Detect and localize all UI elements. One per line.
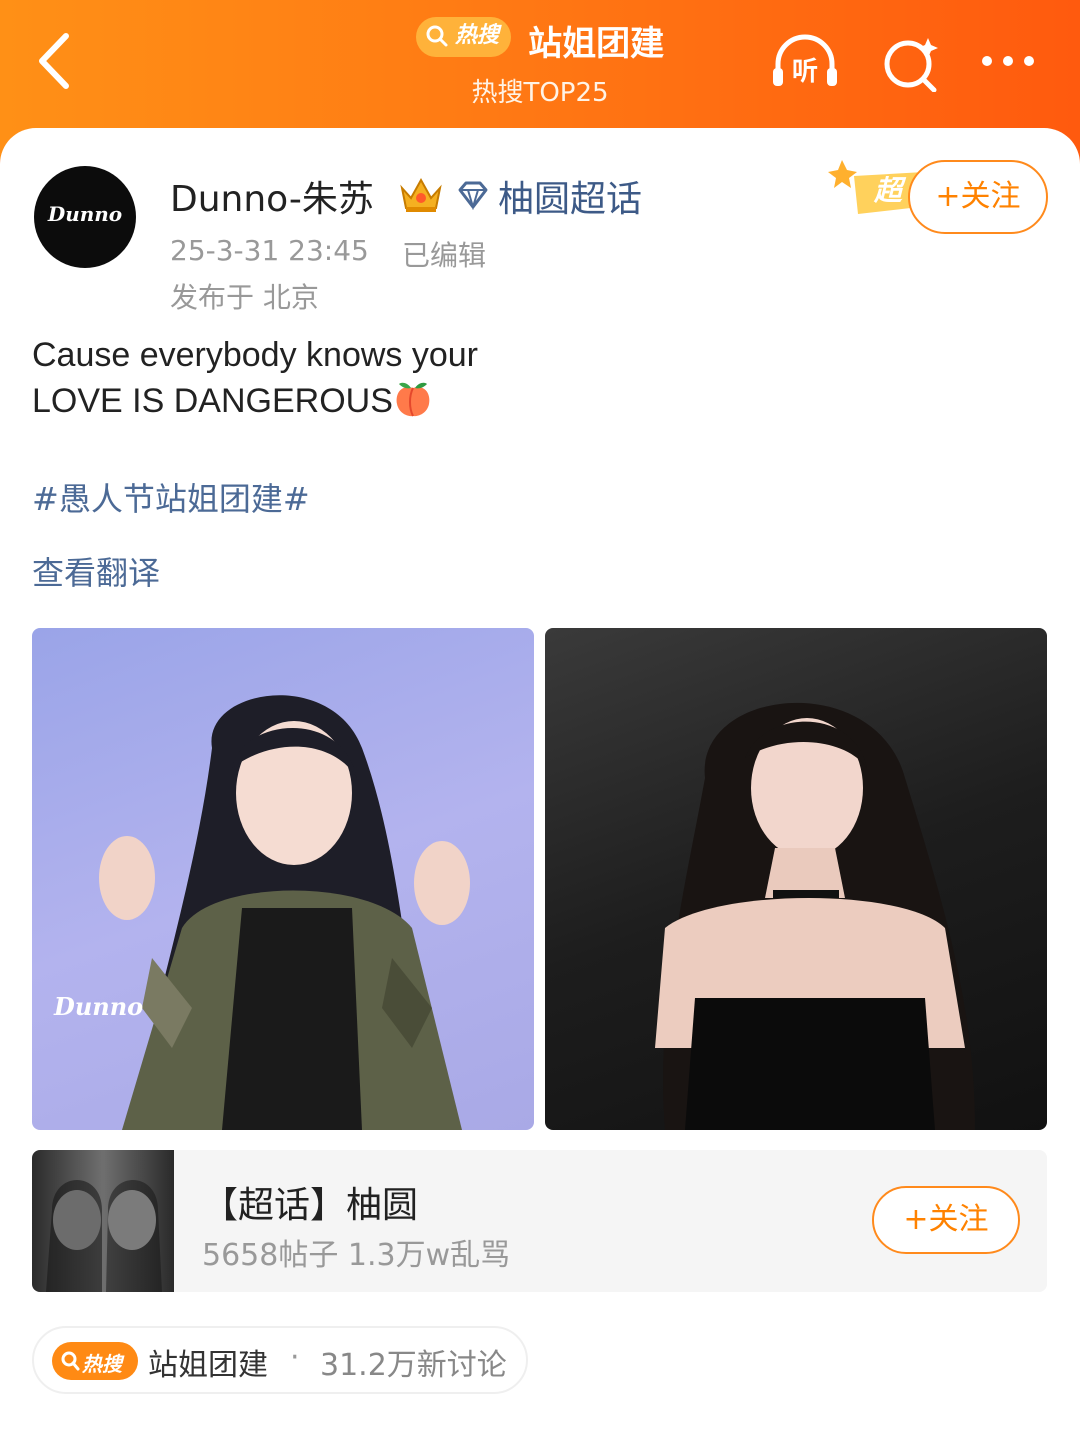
post-photo-1[interactable]: Dunno bbox=[32, 628, 534, 1130]
crown-icon bbox=[400, 177, 442, 212]
hot-tag-stat: 31.2万新讨论 bbox=[320, 1348, 507, 1383]
follow-button[interactable]: +关注 bbox=[908, 160, 1048, 234]
post-location: 发布于 北京 bbox=[170, 281, 319, 314]
hot-badge-label: 热搜 bbox=[454, 22, 499, 48]
hot-search-badge: 热搜 bbox=[415, 16, 511, 57]
search-icon bbox=[426, 25, 448, 46]
super-topic-stats: 5658帖子 1.3万w乱骂 bbox=[202, 1238, 511, 1273]
more-icon[interactable] bbox=[975, 34, 1045, 92]
post-body: Cause everybody knows your LOVE IS DANGE… bbox=[32, 332, 478, 424]
avatar[interactable]: Dunno bbox=[34, 166, 136, 268]
avatar-logo-text: Dunno bbox=[47, 202, 123, 226]
hashtag-link[interactable]: #愚人节站姐团建# bbox=[32, 474, 310, 520]
diamond-icon bbox=[458, 181, 488, 210]
post-photo-2[interactable] bbox=[545, 628, 1047, 1130]
super-topic-follow-button[interactable]: +关注 bbox=[872, 1186, 1020, 1254]
hot-tag-name: 站姐团建 bbox=[148, 1348, 268, 1383]
author-name[interactable]: Dunno-朱苏 bbox=[170, 170, 374, 222]
photo-watermark: Dunno bbox=[54, 992, 144, 1021]
ai-search-icon[interactable] bbox=[878, 34, 948, 92]
thumbnail-figures bbox=[46, 1180, 162, 1292]
chaohua-link[interactable]: 柚圆超话 bbox=[498, 170, 642, 222]
photo-2-figure bbox=[655, 702, 975, 1130]
post-text-line1: Cause everybody knows your bbox=[32, 336, 479, 374]
photo-1-figure bbox=[99, 695, 470, 1130]
hot-search-tag[interactable]: 热搜 站姐团建 · 31.2万新讨论 bbox=[32, 1326, 528, 1394]
hot-tag-search-icon bbox=[61, 1351, 80, 1371]
super-badge-label: 超 bbox=[873, 174, 907, 207]
hot-tag-badge: 热搜 bbox=[52, 1342, 138, 1380]
peach-icon bbox=[396, 382, 430, 417]
post-text-line2: LOVE IS DANGEROUS bbox=[32, 382, 393, 420]
edited-label[interactable]: 已编辑 bbox=[402, 234, 486, 274]
translate-link[interactable]: 查看翻译 bbox=[32, 548, 160, 594]
page-title: 站姐团建 bbox=[528, 24, 665, 64]
hot-tag-separator: · bbox=[290, 1340, 300, 1375]
listen-icon[interactable]: 听 bbox=[770, 34, 840, 92]
hot-tag-badge-label: 热搜 bbox=[82, 1352, 122, 1376]
super-topic-thumbnail bbox=[32, 1150, 174, 1292]
post-card: Dunno Dunno-朱苏 柚圆超话 25-3-31 23:45 已编辑 发布… bbox=[0, 128, 1080, 1440]
post-time: 25-3-31 23:45 bbox=[170, 234, 369, 267]
super-topic-card[interactable]: 【超话】柚圆 5658帖子 1.3万w乱骂 +关注 bbox=[32, 1150, 1047, 1292]
listen-label: 听 bbox=[792, 57, 818, 87]
super-topic-name: 【超话】柚圆 bbox=[202, 1185, 419, 1226]
post-text-line2-wrap: LOVE IS DANGEROUS bbox=[32, 378, 478, 424]
